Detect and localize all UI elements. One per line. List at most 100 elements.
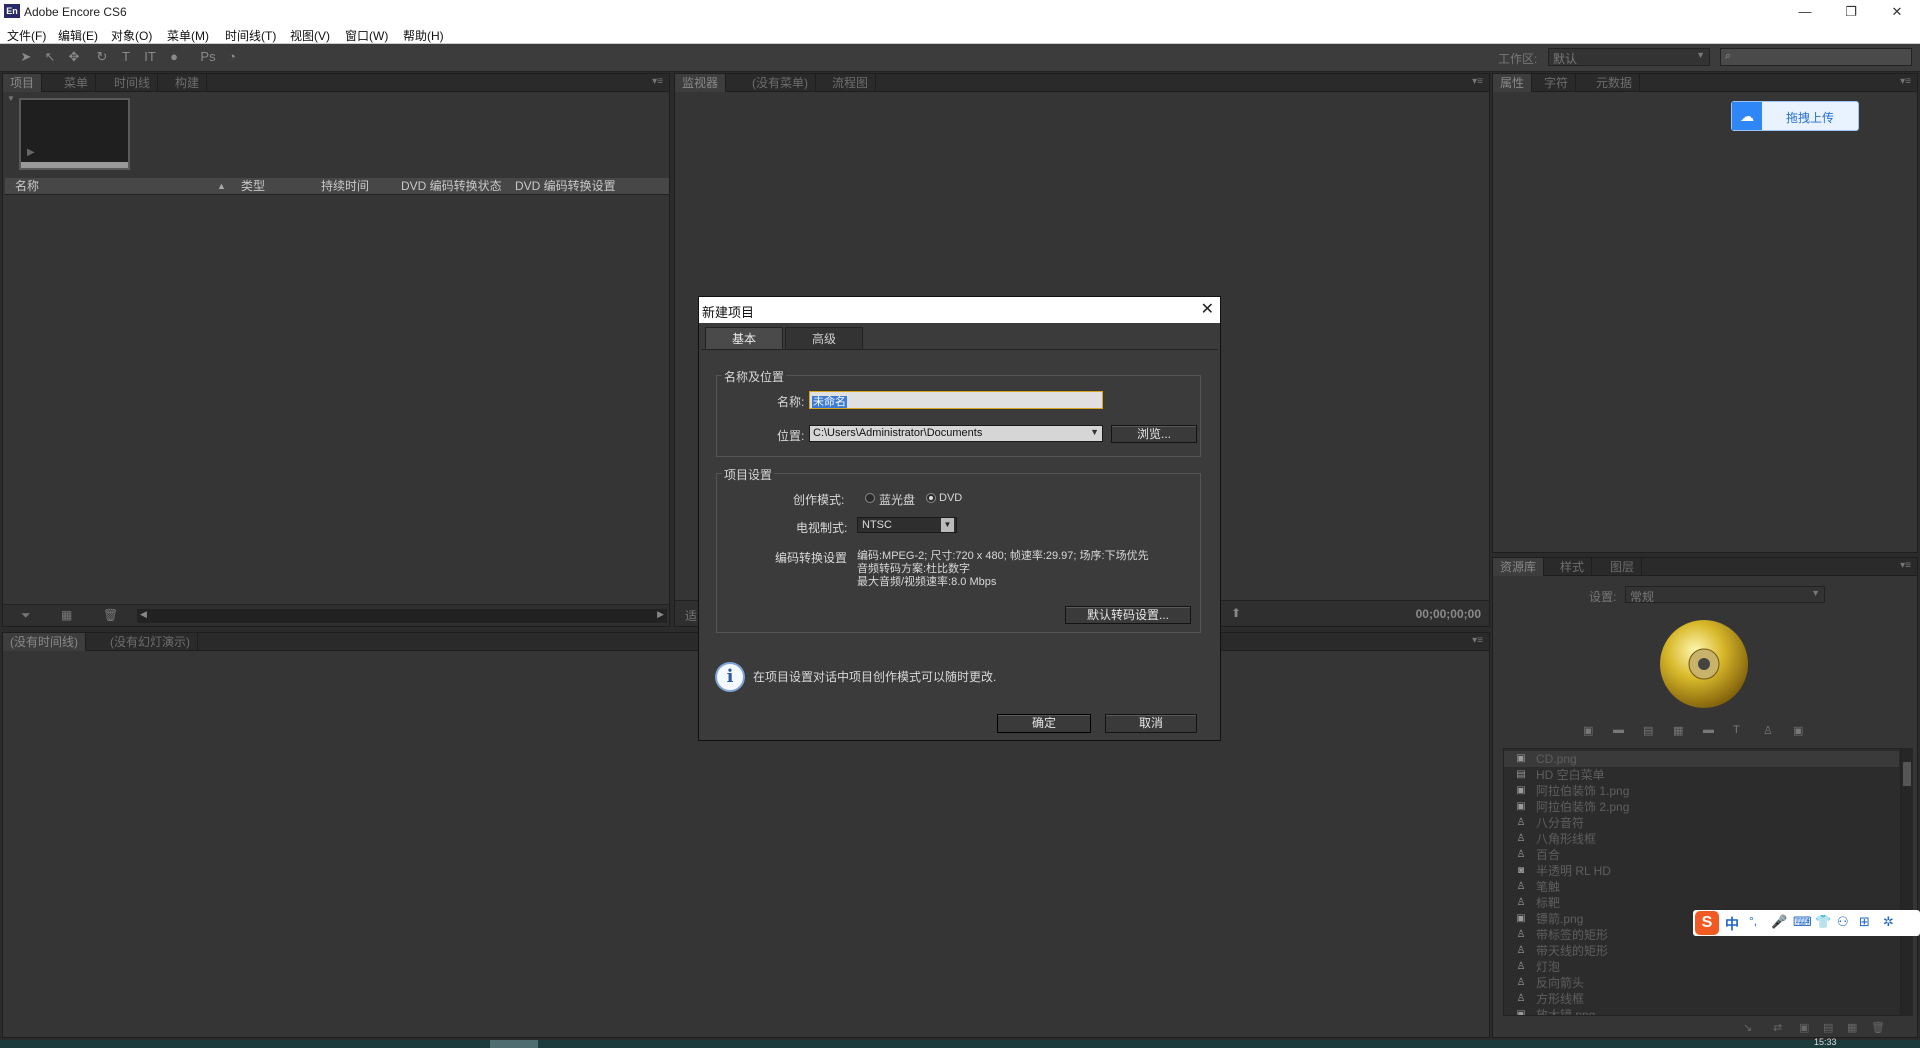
menu-window[interactable]: 窗口(W) xyxy=(345,27,388,44)
library-item[interactable]: ♙ 灯泡 xyxy=(1504,959,1899,975)
scroll-right-icon[interactable]: ▶ xyxy=(657,609,664,620)
tab-properties[interactable]: 属性 xyxy=(1493,74,1533,92)
location-select[interactable]: C:\Users\Administrator\Documents ▼ xyxy=(809,425,1103,442)
tab-project[interactable]: 项目 xyxy=(3,74,43,92)
tab-metadata[interactable]: 元数据 xyxy=(1589,74,1641,92)
search-input[interactable]: ⌕ xyxy=(1720,48,1912,66)
library-item[interactable]: ♙ 百合 xyxy=(1504,847,1899,863)
panel-menu-icon[interactable]: ▾≡ xyxy=(652,76,663,87)
cancel-button[interactable]: 取消 xyxy=(1105,714,1197,733)
library-item[interactable]: ▣ CD.png xyxy=(1504,751,1899,767)
trash-icon[interactable]: 🗑 xyxy=(103,608,118,622)
tab-character[interactable]: 字符 xyxy=(1537,74,1577,92)
tab-build[interactable]: 构建 xyxy=(168,74,208,92)
filter-button-icon[interactable]: ▣ xyxy=(1583,724,1593,737)
zoom-tool-icon[interactable]: ● xyxy=(166,49,182,65)
tab-basic[interactable]: 基本 xyxy=(705,327,783,349)
direct-select-tool-icon[interactable]: ↖ xyxy=(42,49,58,65)
place-icon[interactable]: ↘ xyxy=(1743,1021,1752,1034)
vertical-text-tool-icon[interactable]: IT xyxy=(142,49,158,65)
set-select[interactable]: 常规 ▼ xyxy=(1625,586,1825,604)
panel-menu-icon[interactable]: ▾≡ xyxy=(1472,635,1483,646)
tab-menus[interactable]: 菜单 xyxy=(57,74,97,92)
replace-icon[interactable]: ⇄ xyxy=(1773,1021,1782,1034)
grid-icon[interactable]: ⊞ xyxy=(1859,914,1870,930)
toolbox-icon[interactable]: ⚇ xyxy=(1837,914,1849,930)
library-item[interactable]: ▣ 放大镜.png xyxy=(1504,1007,1899,1015)
col-dvd-settings[interactable]: DVD 编码转换设置 xyxy=(515,178,616,195)
default-transcode-button[interactable]: 默认转码设置... xyxy=(1065,606,1191,624)
new-item-icon[interactable]: ▦ xyxy=(1847,1021,1857,1034)
close-button[interactable]: ✕ xyxy=(1874,0,1920,24)
tab-no-menu[interactable]: (没有菜单) xyxy=(745,74,816,92)
scroll-thumb[interactable] xyxy=(1903,762,1911,786)
tab-monitor[interactable]: 监视器 xyxy=(675,74,727,92)
panel-menu-icon[interactable]: ▾≡ xyxy=(1900,76,1911,87)
keyboard-icon[interactable]: ⌨ xyxy=(1793,914,1812,930)
mic-icon[interactable]: 🎤 xyxy=(1771,914,1787,930)
delete-icon[interactable]: 🗑 xyxy=(1871,1021,1885,1034)
radio-bluray[interactable] xyxy=(865,493,875,503)
browse-button[interactable]: 浏览... xyxy=(1111,425,1197,443)
col-name[interactable]: 名称 xyxy=(15,178,39,195)
library-item[interactable]: ♙ 带天线的矩形 xyxy=(1504,943,1899,959)
col-duration[interactable]: 持续时间 xyxy=(321,178,369,195)
menu-edit[interactable]: 编辑(E) xyxy=(58,27,98,44)
restore-button[interactable]: ❐ xyxy=(1828,0,1874,24)
sogou-logo-icon[interactable]: S xyxy=(1695,911,1719,935)
library-item[interactable]: ♙ 笔触 xyxy=(1504,879,1899,895)
marker-icon[interactable]: ⬆ xyxy=(1231,606,1241,620)
ime-punct[interactable]: °, xyxy=(1749,914,1757,928)
panel-menu-icon[interactable]: ▾≡ xyxy=(1900,560,1911,571)
play-icon[interactable]: ▶ xyxy=(27,147,35,158)
upload-button[interactable]: ☁ 拖拽上传 xyxy=(1731,101,1859,131)
dialog-close-button[interactable]: ✕ xyxy=(1201,299,1214,319)
menu-help[interactable]: 帮助(H) xyxy=(403,27,444,44)
timecode[interactable]: 00;00;00;00 xyxy=(1416,607,1481,621)
taskbar-active-item[interactable] xyxy=(490,1040,538,1048)
scroll-left-icon[interactable]: ◀ xyxy=(140,609,147,620)
library-scrollbar[interactable] xyxy=(1901,748,1913,1016)
filter-shape-icon[interactable]: ♙ xyxy=(1763,724,1773,737)
filter-background-icon[interactable]: ▦ xyxy=(1673,724,1683,737)
panel-menu-icon[interactable]: ▾≡ xyxy=(1472,76,1483,87)
preview-icon[interactable]: ◔ xyxy=(224,49,240,65)
rotate-tool-icon[interactable]: ↻ xyxy=(94,49,110,65)
library-item[interactable]: ♙ 八角形线框 xyxy=(1504,831,1899,847)
skin-icon[interactable]: 👕 xyxy=(1815,914,1831,930)
library-item[interactable]: ♙ 八分音符 xyxy=(1504,815,1899,831)
photoshop-icon[interactable]: Ps xyxy=(200,49,216,65)
library-item[interactable]: ▣ 阿拉伯装饰 2.png xyxy=(1504,799,1899,815)
horizontal-scrollbar[interactable]: ◀ ▶ xyxy=(137,609,667,623)
settings-icon[interactable]: ✲ xyxy=(1883,914,1894,930)
library-item[interactable]: ◙ 半透明 RL HD xyxy=(1504,863,1899,879)
selection-tool-icon[interactable]: ➤ xyxy=(18,49,34,65)
tab-no-slideshow[interactable]: (没有幻灯演示) xyxy=(103,633,198,651)
ok-button[interactable]: 确定 xyxy=(997,714,1091,733)
menu-view[interactable]: 视图(V) xyxy=(290,27,330,44)
menu-timeline[interactable]: 时间线(T) xyxy=(225,27,276,44)
name-input[interactable]: 未命名 xyxy=(809,391,1103,409)
filter-text-icon[interactable]: T xyxy=(1733,724,1740,736)
library-item[interactable]: ♙ 方形线框 xyxy=(1504,991,1899,1007)
library-item[interactable]: ♙ 标靶 xyxy=(1504,895,1899,911)
tab-no-timeline[interactable]: (没有时间线) xyxy=(3,633,86,651)
col-dvd-status[interactable]: DVD 编码转换状态 xyxy=(401,178,502,195)
radio-dvd[interactable] xyxy=(926,493,936,503)
new-item-icon[interactable]: ▦ xyxy=(61,608,72,622)
filter-image-icon[interactable]: ▤ xyxy=(1643,724,1653,737)
filter-folder-icon[interactable]: ▬ xyxy=(1703,724,1714,736)
menu-file[interactable]: 文件(F) xyxy=(7,27,46,44)
tab-advanced[interactable]: 高级 xyxy=(785,327,863,349)
ime-lang[interactable]: 中 xyxy=(1725,914,1739,934)
move-tool-icon[interactable]: ✥ xyxy=(66,49,82,65)
new-set-icon[interactable]: ▤ xyxy=(1823,1021,1833,1034)
collapse-arrow-icon[interactable]: ▼ xyxy=(7,94,15,103)
filter-icon[interactable]: ⏷ xyxy=(21,608,31,623)
menu-object[interactable]: 对象(O) xyxy=(111,27,152,44)
workspace-select[interactable]: 默认 ▼ xyxy=(1548,48,1710,66)
minimize-button[interactable]: — xyxy=(1782,0,1828,24)
menu-menu[interactable]: 菜单(M) xyxy=(167,27,209,44)
new-menu-icon[interactable]: ▣ xyxy=(1799,1021,1809,1034)
tab-library[interactable]: 资源库 xyxy=(1493,558,1545,576)
